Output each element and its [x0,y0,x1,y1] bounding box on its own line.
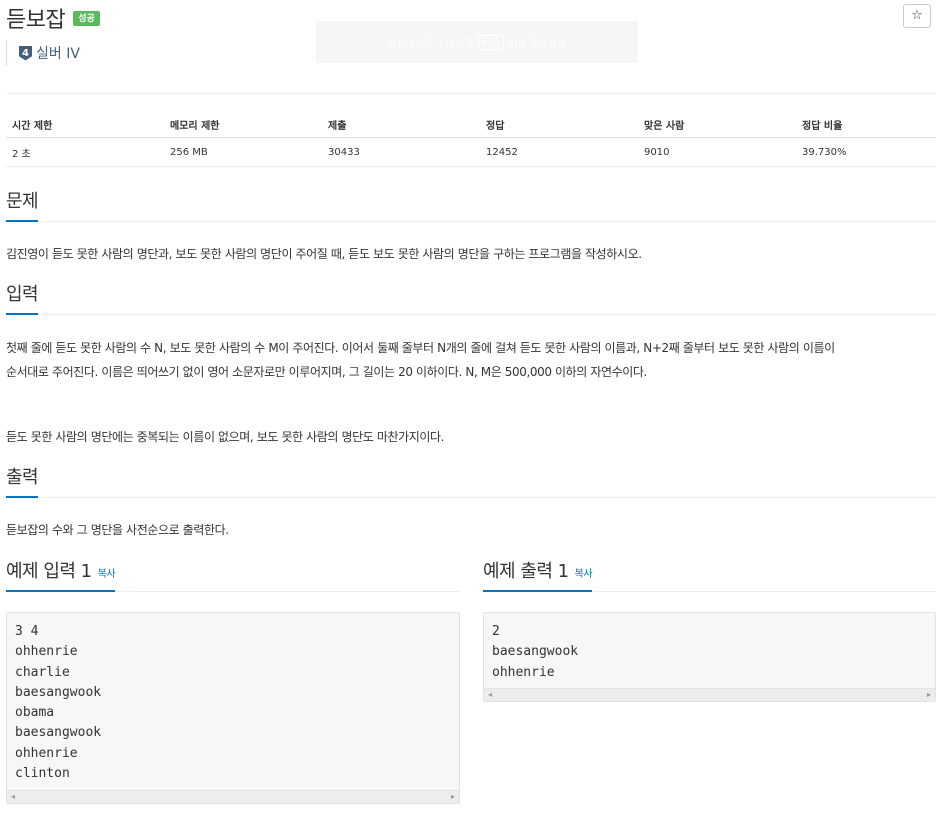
tier-name: 실버 IV [36,46,80,62]
horizontal-scrollbar[interactable]: ◂ ▸ [484,688,935,701]
sample-output-title: 예제 출력 1 [483,561,569,582]
tier-label-row: 4 실버 IV [6,40,80,66]
tier-badge-icon: 4 [19,45,32,61]
solved-users-value: 9010 [638,137,796,167]
sample-output-box[interactable]: 2 baesangwook ohhenrie ◂ ▸ [483,612,936,702]
input-heading: 입력 [6,279,39,315]
star-icon: ☆ [911,8,923,23]
header-solved-users: 맞은 사람 [638,112,796,138]
accept-ratio-value: 39.730% [796,137,936,167]
sample-line: baesangwook [492,644,579,660]
input-section-headline: 입력 [6,279,936,315]
header-accepted: 정답 [480,112,638,138]
sample-input-heading: 예제 입력 1 복사 [6,556,116,592]
sample-output-heading: 예제 출력 1 복사 [483,556,593,592]
sample-line: ohhenrie [492,664,555,680]
divider [6,93,936,94]
problem-section-headline: 문제 [6,186,936,222]
sample-line: charlie [15,664,70,680]
problem-heading: 문제 [6,186,39,222]
overlay-text-before: 공유하려는 수어이면 [387,38,474,50]
input-description-line-1: 첫째 줄에 듣도 못한 사람의 수 N, 보도 못한 사람의 수 M이 주어진다… [6,341,835,355]
sample-line: ohhenrie [15,644,78,660]
sample-line: baesangwook [15,725,102,741]
copy-sample-output-link[interactable]: 복사 [575,569,593,580]
output-section-headline: 출력 [6,462,936,498]
sample-line: 3 4 [15,624,39,639]
sample-line: ohhenrie [15,745,78,761]
sample-input-content: 3 4 ohhenrie charlie baesangwook obama baesan… [7,613,459,784]
overlay-key: F11 [477,34,505,50]
problem-header: 듣보잡 성공 [6,2,100,34]
scroll-left-icon[interactable]: ◂ [11,791,15,803]
header-memory-limit: 메모리 제한 [164,112,322,138]
page-title: 듣보잡 [6,8,66,33]
input-description-line-2: 순서대로 주어진다. 이름은 띄어쓰기 없이 영어 소문자로만 이루어지며, 그… [6,365,647,379]
scroll-right-icon[interactable]: ▸ [927,689,931,701]
horizontal-scrollbar[interactable]: ◂ ▸ [7,790,459,803]
fullscreen-hint-overlay: 공유하려는 수어이면 F11 키를 누르세요 [316,21,638,63]
table-header-row: 시간 제한 메모리 제한 제출 정답 맞은 사람 정답 비율 [6,112,936,138]
output-description: 듣보잡의 수와 그 명단을 사전순으로 출력한다. [6,523,229,537]
time-limit-value: 2 초 [6,137,164,167]
output-heading: 출력 [6,462,39,498]
copy-sample-input-link[interactable]: 복사 [98,569,116,580]
memory-limit-value: 256 MB [164,137,322,167]
header-submissions: 제출 [322,112,480,138]
sample-output-content: 2 baesangwook ohhenrie [484,613,935,683]
sample-line: obama [15,705,55,721]
status-badge: 성공 [73,10,100,26]
header-accept-ratio: 정답 비율 [796,112,936,138]
header-time-limit: 시간 제한 [6,112,164,138]
sample-output-headline: 예제 출력 1 복사 [483,556,936,592]
table-row: 2 초 256 MB 30433 12452 9010 39.730% [6,137,936,167]
scroll-left-icon[interactable]: ◂ [488,689,492,701]
favorite-star-button[interactable]: ☆ [903,4,931,28]
sample-line: baesangwook [15,684,102,700]
sample-input-box[interactable]: 3 4 ohhenrie charlie baesangwook obama baesan… [6,612,460,804]
input-description-line-3: 듣도 못한 사람의 명단에는 중복되는 이름이 없으며, 보도 못한 사람의 명… [6,430,445,444]
problem-description: 김진영이 듣도 못한 사람의 명단과, 보도 못한 사람의 명단이 주어질 때,… [6,247,642,261]
submissions-value: 30433 [322,137,480,167]
overlay-text-after: 키를 누르세요 [508,38,567,50]
sample-line: clinton [15,766,70,782]
sample-input-headline: 예제 입력 1 복사 [6,556,460,592]
accepted-value: 12452 [480,137,638,167]
sample-line: 2 [492,624,500,639]
scroll-right-icon[interactable]: ▸ [451,791,455,803]
problem-info-table: 시간 제한 메모리 제한 제출 정답 맞은 사람 정답 비율 2 초 256 M… [6,112,936,167]
sample-input-title: 예제 입력 1 [6,561,92,582]
